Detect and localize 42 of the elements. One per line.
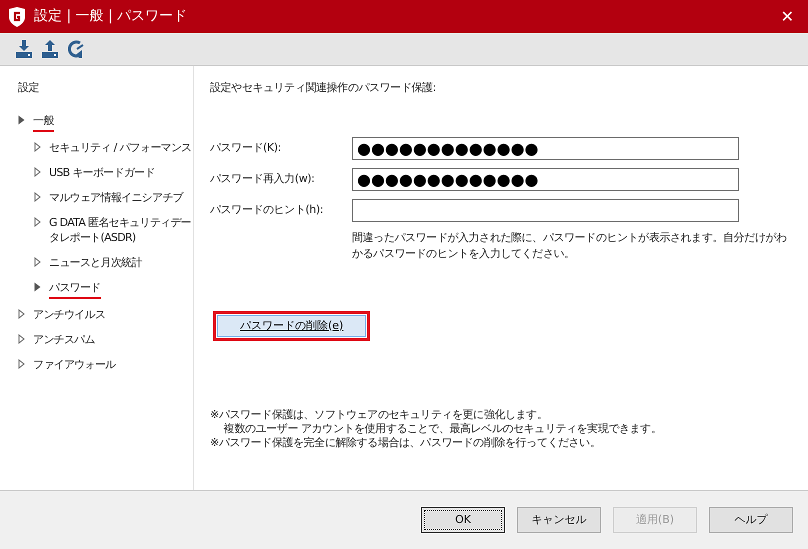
field-label: パスワード再入力(w): [210, 170, 316, 187]
tree-item[interactable]: アンチスパム [33, 332, 95, 348]
hint-text: 間違ったパスワードが入力された際に、パスワードのヒントが表示されます。自分だけがわかるパスワードのヒントを入力してください。 [352, 230, 788, 262]
reset-icon[interactable] [68, 40, 84, 58]
note-text: ※パスワード保護は、ソフトウェアのセキュリティを更に強化します。 [210, 408, 548, 422]
sidebar-heading: 設定 [18, 80, 39, 96]
tree-item[interactable]: ファイアウォール [33, 356, 116, 374]
expand-arrow-icon[interactable] [34, 166, 41, 176]
intro-text: 設定やセキュリティ関連操作のパスワード保護: [210, 80, 436, 96]
delete-password-button[interactable]: パスワードの削除(e) [213, 310, 370, 341]
input-field[interactable]: ●●●●●●●●●●●●● [352, 136, 739, 160]
tree-item[interactable]: USB キーボードガード [49, 164, 155, 182]
upload-icon[interactable] [42, 40, 58, 58]
expand-arrow-icon[interactable] [34, 142, 41, 152]
input-field[interactable] [352, 198, 739, 222]
expand-arrow-icon[interactable] [34, 192, 41, 202]
shield-logo-icon [8, 6, 26, 26]
expand-arrow-icon[interactable] [34, 216, 41, 226]
tree-item[interactable]: ニュースと月次統計 [49, 254, 142, 272]
expand-arrow-icon[interactable] [18, 308, 25, 318]
window-title: 設定 | 一般 | パスワード [34, 7, 188, 26]
dialog-button[interactable]: キャンセル [517, 507, 601, 533]
tree-item[interactable]: 一般 [33, 112, 54, 132]
tree-item[interactable]: セキュリティ / パフォーマンス [49, 140, 192, 156]
expand-arrow-icon[interactable] [34, 256, 41, 266]
tree-item[interactable]: G DATA 匿名セキュリティデータレポート(ASDR) [49, 214, 193, 246]
dialog-button[interactable]: ヘルプ [709, 507, 793, 533]
close-button[interactable]: ✕ [774, 4, 800, 28]
tree-item[interactable]: アンチウイルス [33, 306, 106, 324]
input-field[interactable]: ●●●●●●●●●●●●● [352, 168, 739, 190]
field-label: パスワードのヒント(h): [210, 202, 324, 218]
tree-item[interactable]: パスワード [49, 280, 101, 298]
expand-arrow-icon[interactable] [34, 282, 41, 292]
expand-arrow-icon[interactable] [18, 334, 25, 344]
field-label: パスワード(K): [210, 140, 282, 156]
note-text: 複数のユーザー アカウントを使用することで、最高レベルのセキュリティを実現できます。 [222, 422, 662, 436]
expand-arrow-icon[interactable] [18, 358, 25, 368]
expand-arrow-icon[interactable] [18, 114, 25, 124]
tree-item[interactable]: マルウェア情報イニシアチブ [49, 190, 183, 206]
note-text: ※パスワード保護を完全に解除する場合は、パスワードの削除を行ってください。 [210, 436, 600, 450]
dialog-button[interactable]: OK [421, 507, 505, 533]
download-icon[interactable] [16, 40, 32, 58]
